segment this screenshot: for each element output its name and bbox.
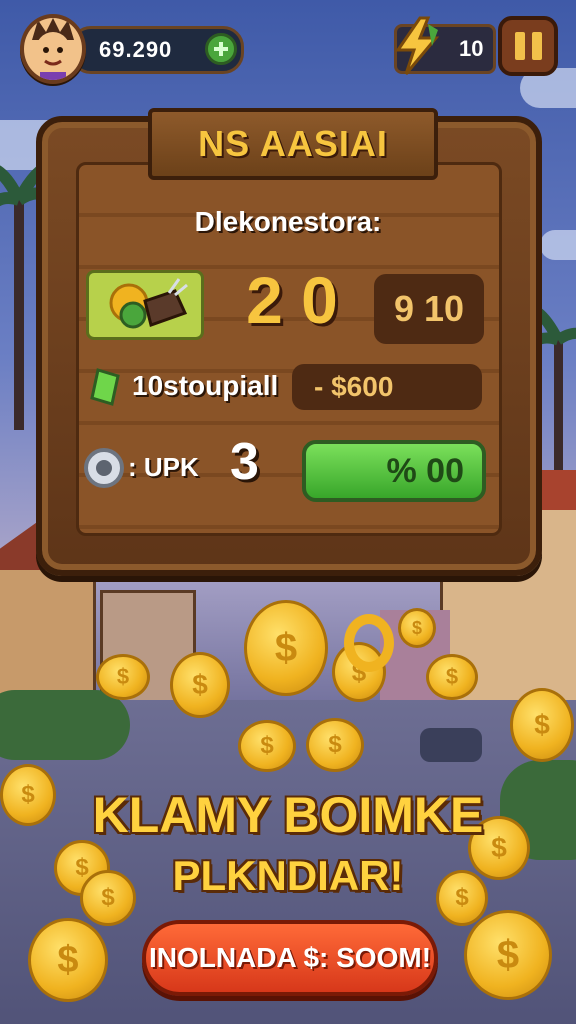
add-coins-button[interactable] (205, 33, 237, 65)
row2-value-bar: - $600 (292, 364, 482, 410)
game-screen: 69.290 10 NS AASIAI Dlekonestora: 2 0 9 … (0, 0, 576, 1024)
row3-number: 3 (230, 433, 259, 491)
lightning-icon (395, 16, 440, 75)
claim-button-label: INOLNADA $: SOOM! (148, 942, 432, 973)
score-box-value: 9 10 (393, 288, 465, 329)
item-card[interactable] (86, 270, 204, 340)
avatar-face-icon (32, 18, 74, 80)
coin-ring-icon (344, 614, 394, 672)
coin-icon: $ (464, 910, 552, 1000)
coin-icon: $ (398, 608, 436, 648)
coin-icon: $ (96, 654, 150, 700)
row2-label: 10stoupiall (132, 370, 279, 401)
coin-icon: $ (510, 688, 574, 762)
promo-subline: PLKNDIAR! (172, 852, 404, 899)
bush (0, 690, 130, 760)
green-gem-icon (90, 368, 120, 406)
promo-headline: KLAMY BOIMKE (92, 787, 484, 843)
coin-counter: 69.290 (70, 26, 244, 74)
energy-counter-value: 10 (459, 36, 484, 61)
panel-title: NS AASIAI (198, 123, 388, 164)
coin-icon: $ (244, 600, 328, 696)
pause-icon-bar (514, 32, 525, 60)
coin-icon: $ (426, 654, 478, 700)
green-progress-value: % 00 (386, 451, 465, 490)
panel-subtitle: Dlekonestora: (194, 206, 382, 237)
big-score: 2 0 (246, 263, 338, 337)
pause-icon-bar (531, 32, 542, 60)
green-progress-button[interactable]: % 00 (302, 440, 486, 502)
claim-button[interactable]: INOLNADA $: SOOM! (142, 920, 438, 996)
panel-banner: NS AASIAI (148, 108, 438, 180)
score-box: 9 10 (374, 274, 484, 344)
target-icon (84, 448, 124, 488)
coin-icon: $ (170, 652, 230, 718)
coin-icon: $ (306, 718, 364, 772)
reward-panel (36, 116, 542, 576)
plus-icon (214, 42, 228, 56)
parked-car (420, 728, 482, 762)
coin-counter-value: 69.290 (99, 37, 173, 62)
pause-button[interactable] (498, 16, 558, 76)
player-avatar[interactable] (20, 14, 86, 84)
coin-icon: $ (238, 720, 296, 772)
coin-icon: $ (28, 918, 108, 1002)
row3-label: : UPK (128, 452, 199, 482)
row2-value: - $600 (314, 371, 394, 402)
coins-bag-icon (109, 278, 188, 329)
